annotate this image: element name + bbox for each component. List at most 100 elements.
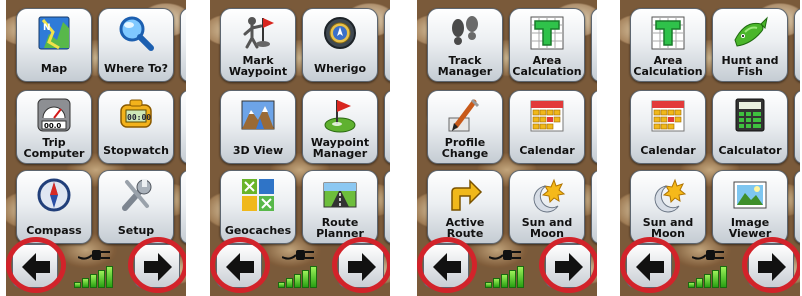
app-tile[interactable]: Hunt and Fish bbox=[712, 8, 788, 82]
app-tile[interactable]: 00.0 Trip Computer bbox=[16, 90, 92, 164]
next-page-tile-edge bbox=[794, 8, 800, 82]
tile-label: Image Viewer bbox=[728, 216, 772, 240]
next-page-tile-edge bbox=[384, 90, 390, 164]
tile-label: Calculator bbox=[718, 144, 782, 157]
tile-label: Compass bbox=[26, 224, 82, 237]
tile-label: Geocaches bbox=[224, 224, 292, 237]
tile-label: Profile Change bbox=[441, 136, 489, 160]
battery-level-icon bbox=[74, 264, 116, 288]
app-tile[interactable]: Sun and Moon bbox=[630, 170, 706, 244]
highlight-ring bbox=[6, 237, 66, 293]
tile-label: Area Calculation bbox=[512, 54, 582, 78]
app-tile[interactable]: Waypoint Manager bbox=[302, 90, 378, 164]
tile-label: Wherigo bbox=[313, 62, 367, 75]
app-tile[interactable]: Track Manager bbox=[427, 8, 503, 82]
mark-waypoint-icon bbox=[239, 14, 277, 52]
tile-label: Map bbox=[40, 62, 68, 75]
calendar-icon bbox=[649, 96, 687, 134]
area-calculation-icon bbox=[649, 14, 687, 52]
next-page-tile-edge bbox=[591, 90, 597, 164]
app-tile[interactable]: Wherigo bbox=[302, 8, 378, 82]
app-tile[interactable]: Calendar bbox=[630, 90, 706, 164]
app-tile[interactable]: Sun and Moon bbox=[509, 170, 585, 244]
highlight-ring bbox=[539, 237, 597, 293]
tile-label: Active Route bbox=[445, 216, 485, 240]
footprints-icon bbox=[446, 14, 484, 52]
sun-moon-icon bbox=[528, 176, 566, 214]
tile-label: Hunt and Fish bbox=[721, 54, 779, 78]
stopwatch-icon: 00:00 bbox=[117, 96, 155, 134]
battery-level-icon bbox=[688, 264, 730, 288]
next-page-tile-edge bbox=[794, 170, 800, 244]
next-page-tile-edge bbox=[384, 8, 390, 82]
highlight-ring bbox=[128, 237, 186, 293]
image-viewer-icon bbox=[731, 176, 769, 214]
active-route-icon bbox=[446, 176, 484, 214]
highlight-ring bbox=[332, 237, 390, 293]
app-tile[interactable]: Calendar bbox=[509, 90, 585, 164]
waypoint-manager-icon bbox=[321, 96, 359, 134]
map-icon: N bbox=[35, 14, 73, 52]
geocaches-icon bbox=[239, 176, 277, 214]
tile-label: Calendar bbox=[519, 144, 575, 157]
tile-label: Trip Computer bbox=[23, 136, 85, 160]
wrench-icon bbox=[117, 176, 155, 214]
tile-label: 3D View bbox=[232, 144, 284, 157]
tile-label: Calendar bbox=[640, 144, 696, 157]
tile-label: Sun and Moon bbox=[642, 216, 694, 240]
tile-label: Setup bbox=[117, 224, 155, 237]
device-screen: Mark Waypoint Wherigo 3D View Waypoint M… bbox=[210, 0, 390, 296]
3d-view-icon bbox=[239, 96, 277, 134]
tile-label: Sun and Moon bbox=[521, 216, 573, 240]
svg-text:00.0: 00.0 bbox=[44, 122, 61, 130]
route-planner-icon bbox=[321, 176, 359, 214]
app-tile[interactable]: Geocaches bbox=[220, 170, 296, 244]
tile-label: Waypoint Manager bbox=[310, 136, 370, 160]
app-tile[interactable]: Profile Change bbox=[427, 90, 503, 164]
calculator-icon bbox=[731, 96, 769, 134]
app-tile[interactable]: Image Viewer bbox=[712, 170, 788, 244]
highlight-ring bbox=[620, 237, 680, 293]
tile-label: Where To? bbox=[103, 62, 169, 75]
app-tile[interactable]: Mark Waypoint bbox=[220, 8, 296, 82]
tile-label: Track Manager bbox=[437, 54, 493, 78]
device-screen: N Map Where To? 00.0 Trip Computer 00:00 St… bbox=[6, 0, 186, 296]
trip-computer-icon: 00.0 bbox=[35, 96, 73, 134]
app-tile[interactable]: Area Calculation bbox=[630, 8, 706, 82]
svg-text:00:00: 00:00 bbox=[127, 113, 151, 122]
highlight-ring bbox=[210, 237, 270, 293]
tile-label: Route Planner bbox=[316, 216, 364, 240]
next-page-tile-edge bbox=[384, 170, 390, 244]
paintbrush-icon bbox=[446, 96, 484, 134]
tile-label: Area Calculation bbox=[633, 54, 703, 78]
tile-label: Stopwatch bbox=[103, 144, 169, 157]
app-tile[interactable]: 00:00 Stopwatch bbox=[98, 90, 174, 164]
tile-label: Mark Waypoint bbox=[228, 54, 288, 78]
magnifier-icon bbox=[117, 14, 155, 52]
app-tile[interactable]: Compass bbox=[16, 170, 92, 244]
highlight-ring bbox=[417, 237, 477, 293]
app-tile[interactable]: Route Planner bbox=[302, 170, 378, 244]
fish-icon bbox=[731, 14, 769, 52]
app-tile[interactable]: Where To? bbox=[98, 8, 174, 82]
app-tile[interactable]: Setup bbox=[98, 170, 174, 244]
app-tile[interactable]: N Map bbox=[16, 8, 92, 82]
next-page-tile-edge bbox=[591, 8, 597, 82]
battery-level-icon bbox=[485, 264, 527, 288]
next-page-tile-edge bbox=[591, 170, 597, 244]
compass-icon bbox=[35, 176, 73, 214]
sun-moon-icon bbox=[649, 176, 687, 214]
app-tile[interactable]: Active Route bbox=[427, 170, 503, 244]
wherigo-icon bbox=[321, 14, 359, 52]
area-calculation-icon bbox=[528, 14, 566, 52]
svg-text:N: N bbox=[43, 23, 51, 33]
app-tile[interactable]: Calculator bbox=[712, 90, 788, 164]
device-screen: Area Calculation Hunt and Fish Calendar … bbox=[620, 0, 800, 296]
next-page-tile-edge bbox=[794, 90, 800, 164]
device-screen: Track Manager Area Calculation Profile C… bbox=[417, 0, 597, 296]
next-page-tile-edge bbox=[180, 90, 186, 164]
calendar-icon bbox=[528, 96, 566, 134]
app-tile[interactable]: Area Calculation bbox=[509, 8, 585, 82]
next-page-tile-edge bbox=[180, 170, 186, 244]
app-tile[interactable]: 3D View bbox=[220, 90, 296, 164]
